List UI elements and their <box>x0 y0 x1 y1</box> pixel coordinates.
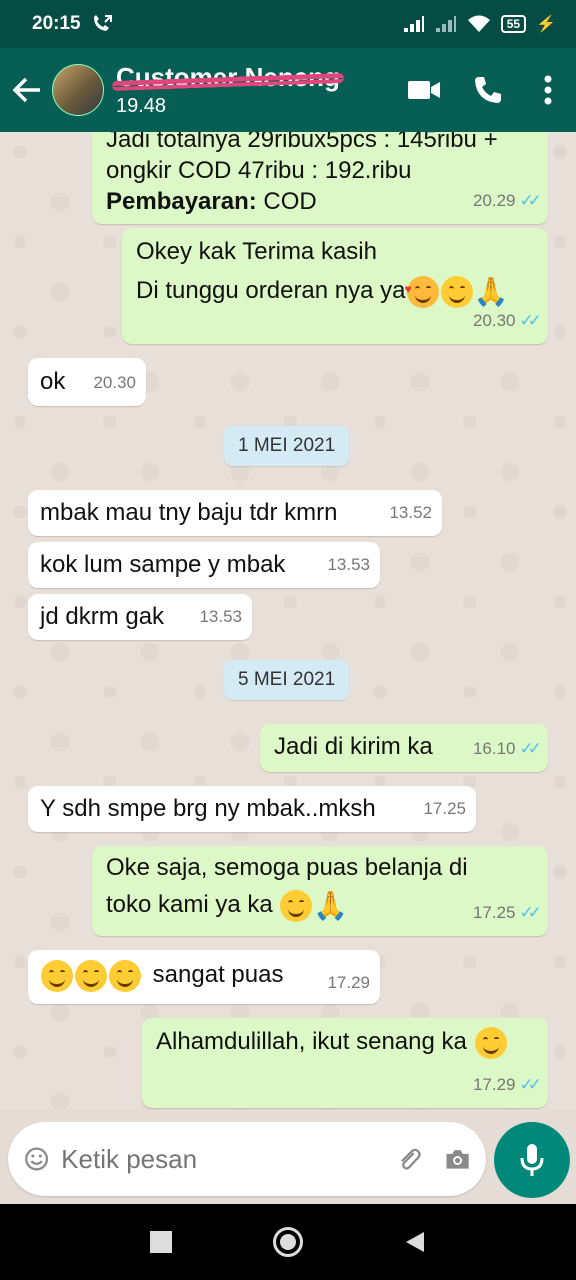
smiling-face-icon <box>41 959 73 992</box>
date-divider: 1 MEI 2021 <box>224 426 350 466</box>
signal-icon-2 <box>435 16 456 32</box>
message-text: Y sdh smpe brg ny mbak..mksh <box>40 795 376 822</box>
message-text: Di tunggu orderan nya ya <box>136 277 406 304</box>
smiling-face-icon <box>75 959 107 992</box>
message-input-bar <box>8 1122 486 1196</box>
home-button-dot <box>279 1234 296 1250</box>
smiling-face-icon <box>280 889 313 922</box>
status-time: 20:15 <box>32 13 81 34</box>
more-vert-icon <box>544 75 552 105</box>
charging-icon: ⚡ <box>536 16 556 33</box>
message-incoming[interactable]: sangat puas 17.29 <box>28 950 380 1004</box>
contact-name: Customer Neneng <box>111 62 345 93</box>
folded-hands-icon: 🙏 <box>313 890 349 922</box>
message-time: 13.53 <box>199 607 242 626</box>
read-ticks-icon: ✓✓ <box>519 311 542 330</box>
message-text: Jadi di kirim ka <box>274 733 433 760</box>
message-time: 17.29 <box>472 1075 516 1094</box>
message-text: Alhamdulillah, ikut senang ka <box>156 1028 467 1055</box>
message-time: 17.25 <box>472 903 516 922</box>
message-meta: 17.25 ✓✓ <box>472 897 542 928</box>
message-text: ok <box>40 368 66 395</box>
message-time: 16.10 <box>472 739 516 758</box>
message-incoming[interactable]: kok lum sampe y mbak 13.53 <box>28 542 380 588</box>
smiling-face-hearts-icon: ♥ <box>405 275 439 308</box>
wifi-icon <box>467 15 490 32</box>
message-input[interactable] <box>61 1143 397 1175</box>
voice-message-button[interactable] <box>494 1122 570 1198</box>
message-outgoing[interactable]: Jadi totalnya 29ribux5pcs : 145ribu + on… <box>92 132 548 224</box>
message-text-line: Di tunggu orderan nya ya ♥ 🙏 <box>136 275 534 308</box>
voice-call-button[interactable] <box>456 48 520 132</box>
back-arrow-icon <box>12 77 40 103</box>
recents-button[interactable] <box>150 1231 173 1253</box>
message-text-line: Oke saja, semoga puas belanja di <box>106 854 468 881</box>
message-outgoing[interactable]: Jadi di kirim ka 16.10 ✓✓ <box>260 724 548 772</box>
message-text: jd dkrm gak <box>40 603 165 630</box>
read-ticks-icon: ✓✓ <box>519 739 542 758</box>
status-bar: 20:15 55 ⚡ <box>0 0 576 48</box>
system-nav-bar <box>0 1204 576 1280</box>
message-time: 13.52 <box>389 503 432 522</box>
payment-value: COD <box>256 188 317 215</box>
home-button[interactable] <box>272 1227 303 1257</box>
message-time: 20.29 <box>472 191 516 210</box>
message-text-line: Okey kak Terima kasih <box>136 238 377 265</box>
more-options-button[interactable] <box>520 48 576 132</box>
message-incoming[interactable]: ok 20.30 <box>28 358 146 406</box>
message-text: mbak mau tny baju tdr kmrn <box>40 499 338 526</box>
video-call-button[interactable] <box>392 48 456 132</box>
read-ticks-icon: ✓✓ <box>519 903 542 922</box>
message-text: sangat puas <box>152 961 284 988</box>
signal-icon <box>403 16 424 32</box>
message-text-line: Pembayaran: COD <box>106 186 534 217</box>
message-time: 17.29 <box>327 973 370 992</box>
smiling-face-icon <box>109 959 141 992</box>
folded-hands-icon: 🙏 <box>473 276 509 308</box>
camera-icon[interactable] <box>445 1144 470 1174</box>
message-meta: 16.10 ✓✓ <box>472 733 542 764</box>
paperclip-icon[interactable] <box>396 1141 423 1177</box>
smiling-face-icon <box>474 1026 507 1059</box>
payment-label: Pembayaran: <box>106 188 257 215</box>
message-text: toko kami ya ka <box>106 891 273 918</box>
chat-area[interactable]: Jadi totalnya 29ribux5pcs : 145ribu + on… <box>0 132 576 1110</box>
back-button[interactable] <box>2 48 52 132</box>
read-ticks-icon: ✓✓ <box>519 1075 542 1094</box>
message-time: 13.53 <box>327 555 370 574</box>
contact-info[interactable]: Customer Neneng 19.48 <box>111 62 392 118</box>
back-triangle-icon[interactable] <box>404 1230 426 1254</box>
call-forward-icon <box>93 15 112 31</box>
status-icons: 55 ⚡ <box>403 14 556 34</box>
chat-header: Customer Neneng 19.48 <box>0 48 576 132</box>
message-outgoing[interactable]: Alhamdulillah, ikut senang ka 17.29 ✓✓ <box>142 1018 548 1108</box>
message-incoming[interactable]: Y sdh smpe brg ny mbak..mksh 17.25 <box>28 786 476 832</box>
microphone-icon <box>520 1144 544 1176</box>
message-meta: 17.29 ✓✓ <box>472 1069 542 1100</box>
message-text-line: ongkir COD 47ribu : 192.ribu <box>106 157 412 184</box>
message-meta: 20.29 ✓✓ <box>472 185 542 216</box>
message-text: kok lum sampe y mbak <box>40 551 286 578</box>
message-outgoing[interactable]: Oke saja, semoga puas belanja di toko ka… <box>92 846 548 936</box>
message-outgoing[interactable]: Okey kak Terima kasih Di tunggu orderan … <box>122 228 548 344</box>
smiling-face-icon <box>440 275 473 308</box>
message-meta: 20.30 ✓✓ <box>472 305 542 336</box>
message-incoming[interactable]: mbak mau tny baju tdr kmrn 13.52 <box>28 490 442 536</box>
message-time: 20.30 <box>93 373 136 392</box>
contact-avatar[interactable] <box>52 64 104 116</box>
message-time: 17.25 <box>423 799 466 818</box>
read-ticks-icon: ✓✓ <box>519 191 542 210</box>
message-text-line: toko kami ya ka 🙏 <box>106 889 534 922</box>
message-incoming[interactable]: jd dkrm gak 13.53 <box>28 594 252 640</box>
phone-icon <box>475 77 501 103</box>
contact-last-seen: 19.48 <box>116 95 167 117</box>
video-camera-icon <box>408 81 440 99</box>
message-time: 20.30 <box>472 311 516 330</box>
date-divider: 5 MEI 2021 <box>224 660 350 700</box>
emoji-icon[interactable] <box>24 1142 49 1176</box>
battery-indicator: 55 <box>500 15 527 33</box>
message-text-line: Jadi totalnya 29ribux5pcs : 145ribu + <box>106 132 498 153</box>
